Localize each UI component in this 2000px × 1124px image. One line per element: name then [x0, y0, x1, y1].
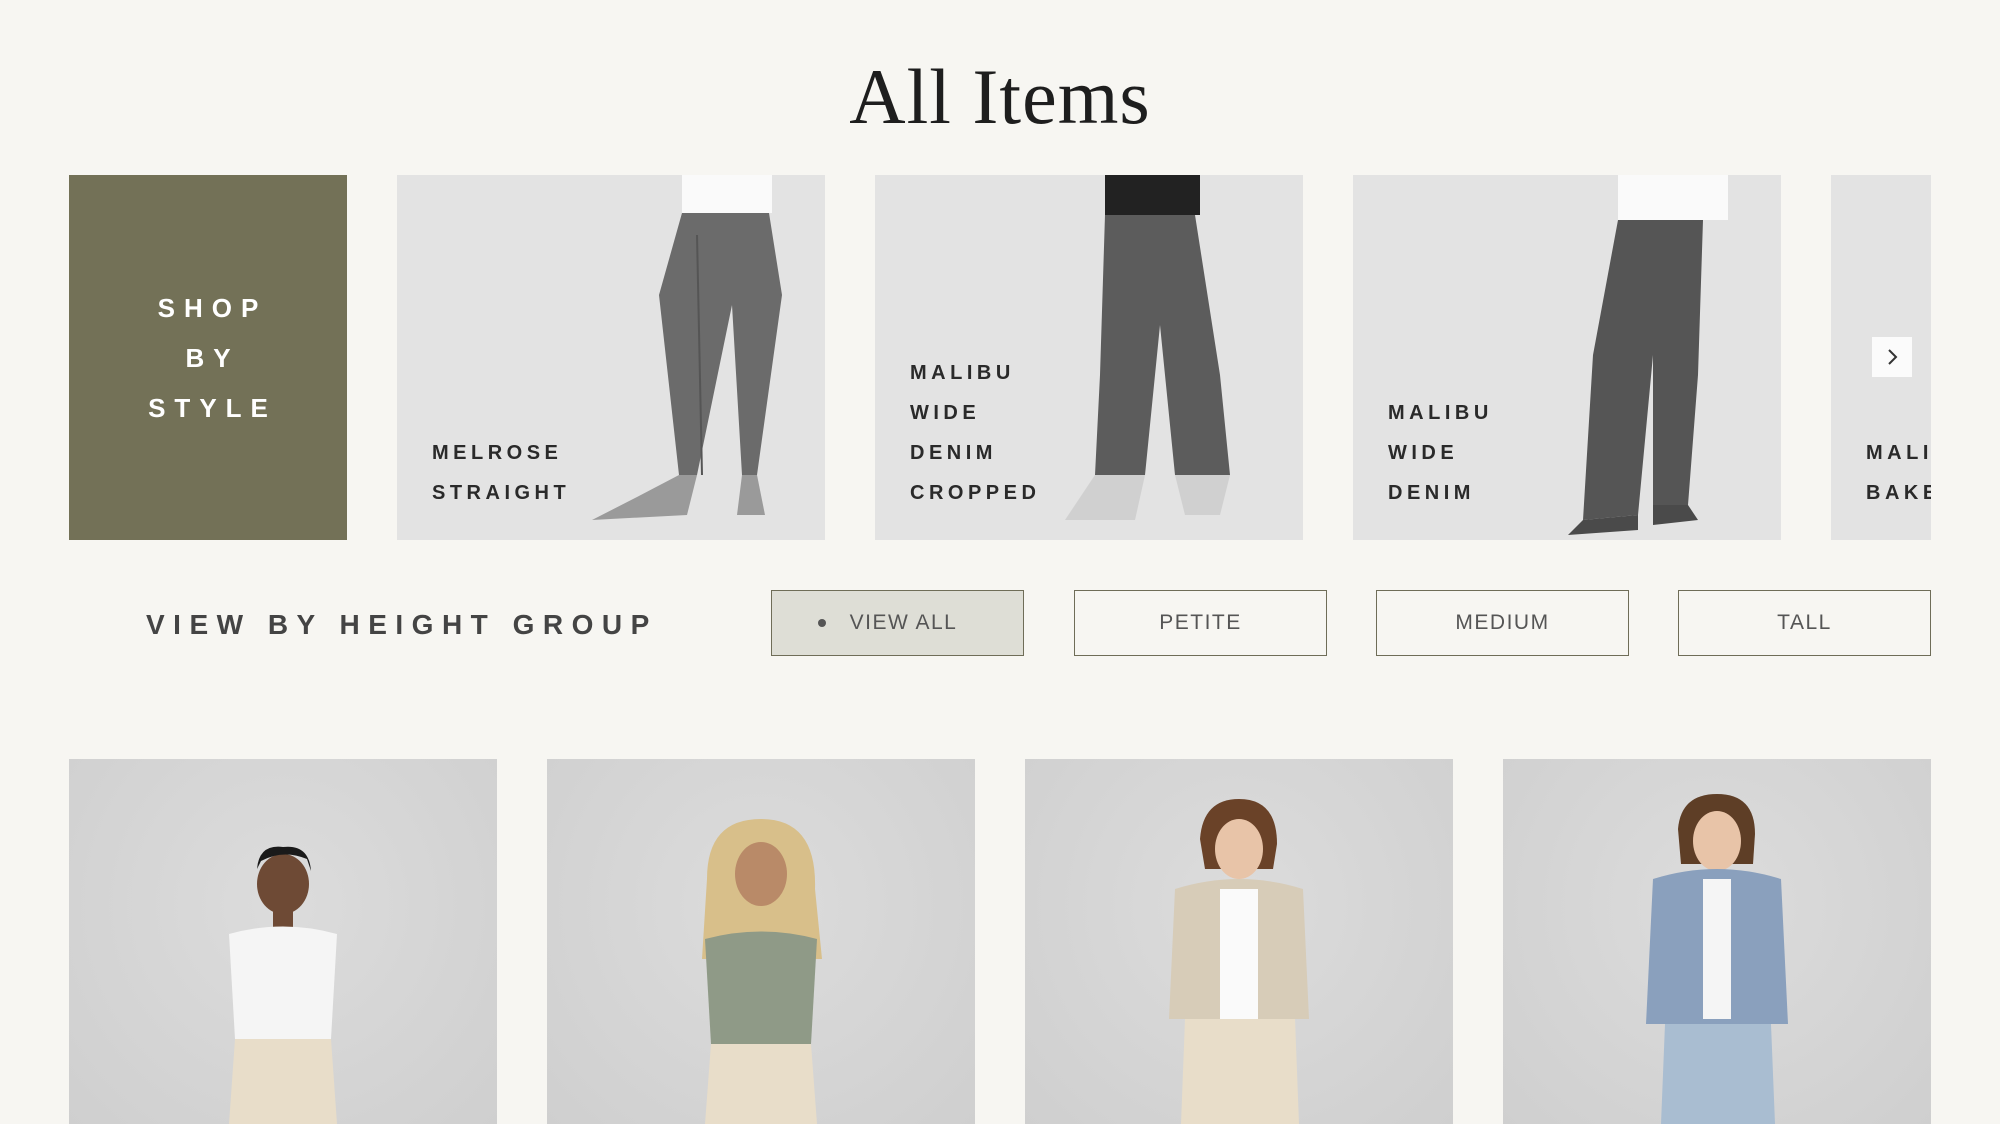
page-title: All Items	[849, 53, 1151, 140]
filter-label: MEDIUM	[1455, 611, 1550, 634]
style-card-label: MALIBU WIDE DENIM	[1388, 393, 1493, 513]
product-photo	[1646, 794, 1788, 1124]
style-card-melrose-straight[interactable]: MELROSE STRAIGHT	[397, 175, 825, 540]
style-card-malibu-wide-denim-cropped[interactable]: MALIBU WIDE DENIM CROPPED	[875, 175, 1303, 540]
filter-label: VIEW ALL	[849, 611, 958, 634]
shop-by-style-line: SHOP	[157, 292, 268, 323]
shop-by-style-line: BY	[185, 342, 240, 373]
style-card-malibu-wide-denim[interactable]: MALIBU WIDE DENIM	[1353, 175, 1781, 540]
style-card-label-line: WIDE	[910, 402, 981, 424]
style-card-label-line: DENIM	[910, 442, 997, 464]
style-card-label: MALI BAKE	[1866, 433, 1931, 513]
product-card[interactable]	[1025, 759, 1453, 1124]
style-card-label-line: MELROSE	[432, 442, 563, 464]
style-card-label-line: DENIM	[1388, 482, 1475, 504]
carousel-next-button[interactable]	[1872, 337, 1912, 377]
filter-petite-button[interactable]: PETITE	[1074, 590, 1327, 656]
product-card[interactable]	[69, 759, 497, 1124]
style-card-label-line: CROPPED	[910, 482, 1041, 504]
style-card-label: MELROSE STRAIGHT	[432, 433, 570, 513]
product-card[interactable]	[1503, 759, 1931, 1124]
filter-label: PETITE	[1159, 611, 1242, 634]
product-card[interactable]	[547, 759, 975, 1124]
style-card-label-line: MALIBU	[910, 362, 1015, 384]
style-card-label: MALIBU WIDE DENIM CROPPED	[910, 353, 1040, 513]
product-photo	[1169, 799, 1309, 1124]
filter-view-all-button[interactable]: VIEW ALL	[771, 590, 1024, 656]
shop-by-style-tile[interactable]: SHOP BY STYLE	[69, 175, 347, 540]
product-photo	[229, 846, 337, 1124]
filter-label: TALL	[1777, 611, 1832, 634]
style-carousel: SHOP BY STYLE MELROSE STRAIGHT MALIBU WI…	[69, 175, 1931, 540]
style-card-label-line: MALI	[1866, 442, 1931, 464]
chevron-right-icon	[1888, 349, 1898, 365]
style-card-label-line: STRAIGHT	[432, 482, 571, 504]
filter-medium-button[interactable]: MEDIUM	[1376, 590, 1629, 656]
style-card-label-line: MALIBU	[1388, 402, 1493, 424]
height-group-label: VIEW BY HEIGHT GROUP	[146, 609, 658, 640]
style-card-label-line: WIDE	[1388, 442, 1459, 464]
filter-tall-button[interactable]: TALL	[1678, 590, 1931, 656]
style-card-label-line: BAKE	[1866, 482, 1931, 504]
shop-by-style-line: STYLE	[148, 392, 277, 423]
active-dot-icon	[817, 619, 826, 627]
product-photo	[702, 819, 822, 1124]
